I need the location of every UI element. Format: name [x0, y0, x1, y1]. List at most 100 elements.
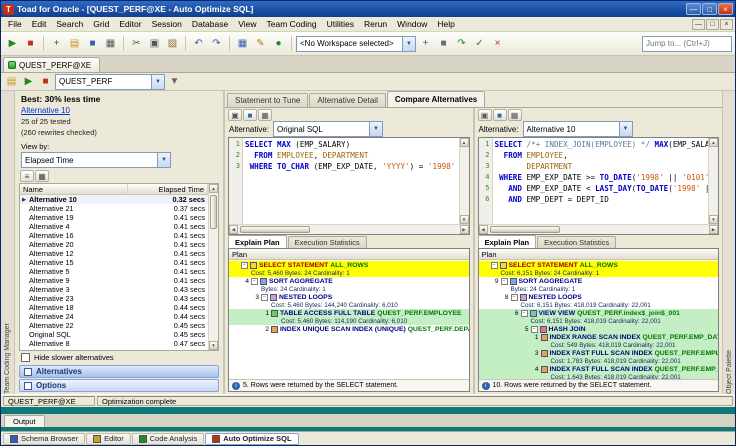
menu-edit[interactable]: Edit	[27, 18, 52, 30]
tab-execution-statistics[interactable]: Execution Statistics	[288, 236, 367, 248]
cut-icon[interactable]: ✂	[128, 35, 145, 52]
menu-session[interactable]: Session	[147, 18, 187, 30]
expand-icon[interactable]: −	[511, 294, 518, 301]
expand-icon[interactable]: −	[261, 294, 268, 301]
alternative-row[interactable]: Original SQL0.45 secs	[20, 330, 208, 339]
sql-code[interactable]: SELECT /*+ INDEX_JOIN(EMPLOYEE) */ MAX(E…	[493, 138, 709, 224]
titlebar[interactable]: T Toad for Oracle - [QUEST_PERF@XE - Aut…	[1, 1, 735, 17]
scroll-right-icon[interactable]: ▶	[709, 225, 718, 234]
plan-node[interactable]: 6−VIEW VIEWQUEST_PERF.index$_join$_001	[479, 309, 719, 318]
menu-grid[interactable]: Grid	[88, 18, 114, 30]
menu-file[interactable]: File	[3, 18, 27, 30]
redo-icon[interactable]: ↷	[208, 35, 225, 52]
taskbar-tab-code-analysis[interactable]: Code Analysis	[132, 433, 205, 445]
sql-editor[interactable]: 123456 SELECT /*+ INDEX_JOIN(EMPLOYEE) *…	[478, 137, 720, 235]
print-icon[interactable]: ▦	[102, 35, 119, 52]
taskbar-tab-editor[interactable]: Editor	[86, 433, 131, 445]
plan-node[interactable]: 4−SORT AGGREGATE	[229, 277, 469, 286]
alternatives-grid-scrollbar[interactable]: ▲ ▼	[208, 184, 218, 350]
expand-icon[interactable]: −	[531, 326, 538, 333]
plan-node[interactable]: 2INDEX UNIQUE SCAN INDEX (UNIQUE)QUEST_P…	[229, 325, 469, 334]
team-coding-manager-tab[interactable]: Team Coding Manager	[1, 91, 15, 394]
tab-execution-statistics[interactable]: Execution Statistics	[537, 236, 616, 248]
alternative-row[interactable]: Alternative 140.49 secs	[20, 348, 208, 350]
sql-code[interactable]: SELECT MAX (EMP_SALARY) FROM EMPLOYEE, D…	[243, 138, 459, 224]
column-header-elapsed-time[interactable]: Elapsed Time	[128, 184, 208, 194]
alternative-row[interactable]: Alternative 210.37 secs	[20, 204, 208, 213]
scrollbar-thumb[interactable]	[490, 226, 560, 233]
editor-icon[interactable]: ✎	[252, 35, 269, 52]
plan-node[interactable]: 5−HASH JOIN	[479, 325, 719, 334]
expand-icon[interactable]: −	[241, 262, 248, 269]
hide-slower-checkbox[interactable]	[21, 353, 30, 362]
output-tab[interactable]: Output	[4, 415, 45, 427]
new-file-icon[interactable]: +	[48, 35, 65, 52]
sql-editor[interactable]: 123 SELECT MAX (EMP_SALARY) FROM EMPLOYE…	[228, 137, 470, 235]
session-icon[interactable]: ●	[270, 35, 287, 52]
tab-alternative-detail[interactable]: Alternative Detail	[309, 93, 385, 107]
filter-icon[interactable]: ▼	[167, 74, 182, 89]
alternative-row[interactable]: Alternative 40.41 secs	[20, 222, 208, 231]
plan-node[interactable]: 8−NESTED LOOPS	[479, 293, 719, 302]
expand-icon[interactable]: −	[251, 278, 258, 285]
expand-icon[interactable]: −	[521, 310, 528, 317]
alternative-row[interactable]: Alternative 200.41 secs	[20, 240, 208, 249]
section-bar-options[interactable]: Options	[19, 379, 219, 392]
commit-icon[interactable]: ✓	[471, 35, 488, 52]
expand-icon[interactable]: −	[491, 262, 498, 269]
scroll-down-icon[interactable]: ▼	[709, 215, 718, 224]
plan-node[interactable]: 4INDEX FAST FULL SCAN INDEXQUEST_PERF.EM…	[479, 366, 719, 375]
menu-search[interactable]: Search	[51, 18, 88, 30]
column-header-name[interactable]: Name	[20, 184, 128, 194]
menu-view[interactable]: View	[233, 18, 261, 30]
alternative-row[interactable]: Alternative 50.41 secs	[20, 267, 208, 276]
scrollbar-thumb[interactable]	[240, 226, 310, 233]
alternative-row[interactable]: Alternative 220.45 secs	[20, 321, 208, 330]
menu-editor[interactable]: Editor	[114, 18, 146, 30]
close-button[interactable]: ×	[718, 3, 733, 15]
scroll-left-icon[interactable]: ◀	[229, 225, 238, 234]
run-icon[interactable]: ▶	[21, 74, 36, 89]
tab-statement-to-tune[interactable]: Statement to Tune	[227, 93, 308, 107]
mdi-close-button[interactable]: ×	[720, 19, 733, 30]
sql-vertical-scrollbar[interactable]: ▲ ▼	[459, 138, 469, 224]
menu-utilities[interactable]: Utilities	[322, 18, 359, 30]
best-alternative-link[interactable]: Alternative 10	[21, 106, 70, 115]
refresh-icon[interactable]: ↷	[453, 35, 470, 52]
print-icon[interactable]: ▦	[508, 109, 522, 121]
plan-node[interactable]: −SELECT STATEMENTALL_ROWS	[229, 261, 469, 270]
save-icon[interactable]: ■	[493, 109, 507, 121]
alternative-row[interactable]: Alternative 240.44 secs	[20, 312, 208, 321]
optimize-connection-select[interactable]: QUEST_PERF▼	[55, 74, 165, 90]
plan-node[interactable]: 3−NESTED LOOPS	[229, 293, 469, 302]
tab-explain-plan[interactable]: Explain Plan	[228, 235, 287, 248]
mdi-maximize-button[interactable]: □	[706, 19, 719, 30]
menu-help[interactable]: Help	[432, 18, 459, 30]
disconnect-icon[interactable]: ■	[22, 35, 39, 52]
copy-icon[interactable]: ▣	[228, 109, 242, 121]
menu-rerun[interactable]: Rerun	[359, 18, 392, 30]
paste-icon[interactable]: ▨	[164, 35, 181, 52]
alternative-select[interactable]: Original SQL ▼	[273, 121, 383, 137]
alternative-row[interactable]: Alternative 180.44 secs	[20, 303, 208, 312]
open-file-icon[interactable]: ▤	[66, 35, 83, 52]
alternative-select[interactable]: Alternative 10 ▼	[523, 121, 633, 137]
details-view-icon[interactable]: ▦	[35, 170, 49, 182]
connection-tab[interactable]: QUEST_PERF@XE	[3, 57, 100, 72]
plan-node[interactable]: 1INDEX RANGE SCAN INDEXQUEST_PERF.EMP_DA…	[479, 334, 719, 343]
scroll-down-icon[interactable]: ▼	[460, 215, 469, 224]
plan-node[interactable]: −SELECT STATEMENTALL_ROWS	[479, 261, 719, 270]
menu-window[interactable]: Window	[392, 18, 432, 30]
section-bar-alternatives[interactable]: Alternatives	[19, 365, 219, 378]
undo-icon[interactable]: ↶	[190, 35, 207, 52]
connect-icon[interactable]: ▶	[4, 35, 21, 52]
view-by-select[interactable]: Elapsed Time ▼	[21, 152, 171, 168]
plan-node[interactable]: 9−SORT AGGREGATE	[479, 277, 719, 286]
scroll-up-icon[interactable]: ▲	[209, 184, 218, 193]
copy-icon[interactable]: ▣	[146, 35, 163, 52]
scroll-up-icon[interactable]: ▲	[709, 138, 718, 147]
save-icon[interactable]: ■	[243, 109, 257, 121]
workspace-select[interactable]: <No Workspace selected>▼	[296, 36, 416, 52]
scroll-right-icon[interactable]: ▶	[460, 225, 469, 234]
mdi-minimize-button[interactable]: —	[692, 19, 705, 30]
